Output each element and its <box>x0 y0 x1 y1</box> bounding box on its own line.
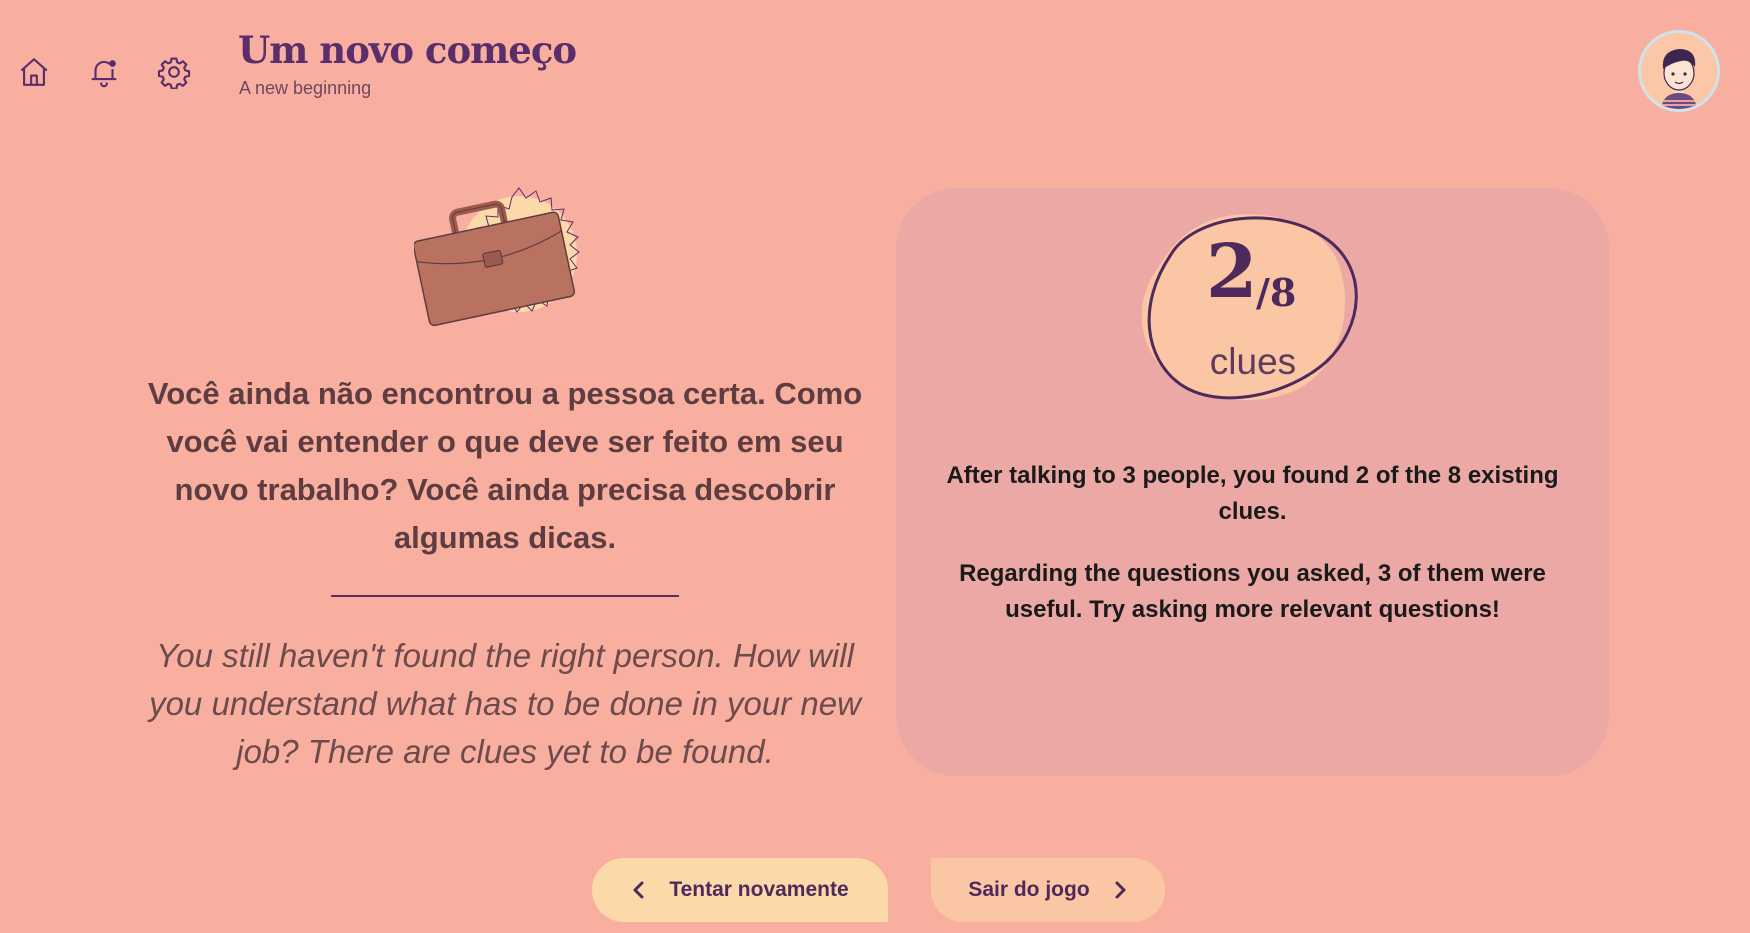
page-title: Um novo começo <box>238 28 577 72</box>
briefcase-icon <box>414 187 580 327</box>
results-screen: Um novo começo A new beginning Você aind… <box>0 0 1750 933</box>
result-message-pt: Você ainda não encontrou a pessoa certa.… <box>147 376 863 555</box>
retry-button[interactable]: Tentar novamente <box>592 858 888 922</box>
avatar-icon <box>1641 33 1717 109</box>
clues-label: clues <box>1209 341 1297 382</box>
chevron-right-icon <box>1112 880 1128 900</box>
home-icon[interactable] <box>14 52 54 92</box>
clues-found: 2 <box>1206 229 1258 315</box>
result-message-en: You still haven't found the right person… <box>149 637 861 770</box>
gear-icon[interactable] <box>154 52 194 92</box>
clues-total: /8 <box>1256 270 1297 315</box>
page-subtitle: A new beginning <box>239 78 372 98</box>
retry-button-label: Tentar novamente <box>669 878 849 901</box>
avatar[interactable] <box>1638 30 1720 112</box>
chevron-left-icon <box>631 880 647 900</box>
bell-icon[interactable] <box>84 52 124 92</box>
exit-button[interactable]: Sair do jogo <box>931 858 1165 922</box>
summary-text-questions: Regarding the questions you asked, 3 of … <box>959 560 1546 623</box>
divider <box>331 595 679 597</box>
exit-button-label: Sair do jogo <box>968 878 1090 901</box>
summary-text-clues: After talking to 3 people, you found 2 o… <box>946 462 1559 525</box>
